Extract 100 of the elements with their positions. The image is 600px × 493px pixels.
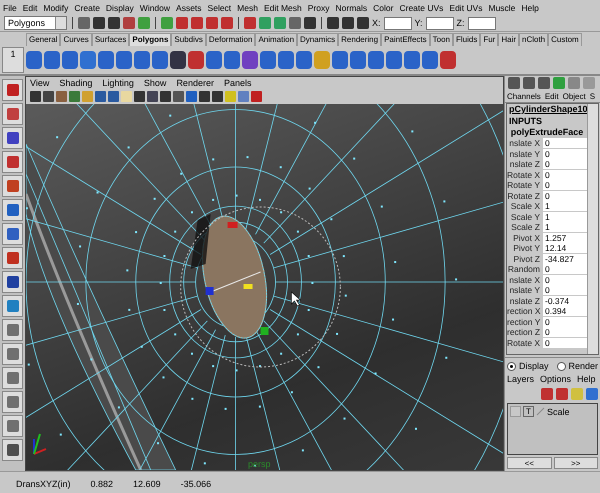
coordinate-field[interactable]: [468, 16, 496, 30]
menu-item[interactable]: Help: [521, 2, 539, 12]
panel-menu-item[interactable]: Lighting: [102, 78, 134, 88]
shelf-tool-icon[interactable]: [206, 51, 222, 69]
toolbar-icon[interactable]: [244, 17, 256, 29]
menu-item[interactable]: Color: [373, 2, 394, 12]
layer-tool-icon[interactable]: [541, 388, 553, 400]
shelf-tab[interactable]: Fluids: [452, 33, 480, 46]
channel-box-icon[interactable]: [523, 77, 535, 89]
panel-menu-item[interactable]: View: [30, 78, 50, 88]
tool-button[interactable]: [2, 367, 23, 389]
layer-tool-icon[interactable]: [556, 388, 568, 400]
tool-button[interactable]: [2, 223, 23, 245]
tool-button[interactable]: [2, 391, 23, 413]
shelf-tool-icon[interactable]: [242, 51, 258, 69]
shelf-tool-icon[interactable]: [296, 51, 312, 69]
toolbar-icon[interactable]: [357, 17, 369, 29]
shelf-tab[interactable]: Custom: [548, 33, 582, 46]
layer-name[interactable]: Scale: [547, 406, 570, 416]
shelf-number-button[interactable]: 1: [2, 47, 24, 73]
shelf-tool-icon[interactable]: [170, 51, 186, 69]
menu-item[interactable]: Muscle: [488, 2, 516, 12]
shelf-tool-icon[interactable]: [332, 51, 348, 69]
tool-button[interactable]: [2, 199, 23, 221]
attribute-value-field[interactable]: 0: [543, 285, 587, 296]
attribute-value-field[interactable]: 0: [543, 264, 587, 274]
shelf-tool-icon[interactable]: [386, 51, 402, 69]
tool-button[interactable]: [2, 151, 23, 173]
shelf-tool-icon[interactable]: [134, 51, 150, 69]
toolbar-icon[interactable]: [93, 17, 105, 29]
coordinate-field[interactable]: [426, 16, 454, 30]
shelf-tool-icon[interactable]: [26, 51, 42, 69]
toolbar-icon[interactable]: [342, 17, 354, 29]
attribute-value-field[interactable]: 0: [543, 170, 587, 180]
shelf-tab[interactable]: Hair: [498, 33, 519, 46]
shelf-tool-icon[interactable]: [152, 51, 168, 69]
toolbar-icon[interactable]: [327, 17, 339, 29]
shelf-tab[interactable]: Curves: [60, 33, 92, 46]
page-button[interactable]: <<: [507, 457, 552, 469]
toolbar-icon[interactable]: [206, 17, 218, 29]
toolbar-icon[interactable]: [78, 17, 90, 29]
tool-button[interactable]: [2, 271, 23, 293]
attribute-value-field[interactable]: 0: [543, 316, 587, 327]
panel-menu-item[interactable]: Shading: [59, 78, 92, 88]
layer-menu-item[interactable]: Options: [540, 374, 572, 385]
attribute-value-field[interactable]: 1.257: [543, 232, 587, 243]
menu-item[interactable]: Edit UVs: [449, 2, 482, 12]
shelf-tool-icon[interactable]: [278, 51, 294, 69]
shelf-tool-icon[interactable]: [98, 51, 114, 69]
toolbar-icon[interactable]: [289, 17, 301, 29]
shelf-tab[interactable]: Toon: [430, 33, 453, 46]
shelf-tool-icon[interactable]: [422, 51, 438, 69]
shelf-tab[interactable]: PaintEffects: [381, 33, 430, 46]
toolbar-icon[interactable]: [191, 17, 203, 29]
shelf-tool-icon[interactable]: [188, 51, 204, 69]
menu-item[interactable]: Select: [208, 2, 232, 12]
menu-item[interactable]: Create UVs: [399, 2, 444, 12]
shelf-tool-icon[interactable]: [260, 51, 276, 69]
channel-menu-item[interactable]: Edit: [544, 92, 559, 100]
tool-button[interactable]: [2, 127, 23, 149]
menu-item[interactable]: Mesh: [237, 2, 258, 12]
panel-menu-item[interactable]: Panels: [224, 78, 252, 88]
menu-item[interactable]: Window: [140, 2, 170, 12]
shelf-tool-icon[interactable]: [404, 51, 420, 69]
menu-item[interactable]: File: [3, 2, 17, 12]
layer-mode-radio[interactable]: Display: [507, 361, 549, 371]
shelf-tool-icon[interactable]: [224, 51, 240, 69]
menu-item[interactable]: Edit Mesh: [264, 2, 302, 12]
channel-menu-item[interactable]: Channels: [507, 92, 541, 100]
toolbar-icon[interactable]: [221, 17, 233, 29]
shelf-tab[interactable]: General: [26, 33, 60, 46]
shelf-tool-icon[interactable]: [350, 51, 366, 69]
tool-button[interactable]: [2, 247, 23, 269]
attribute-value-field[interactable]: 1: [543, 212, 587, 222]
channel-menu-item[interactable]: S: [590, 92, 596, 100]
attribute-value-field[interactable]: 0: [543, 138, 587, 148]
attribute-value-field[interactable]: 12.14: [543, 243, 587, 254]
toolbar-icon[interactable]: [108, 17, 120, 29]
move-manipulator-drawing[interactable]: [180, 206, 341, 368]
shelf-tab[interactable]: nCloth: [519, 33, 548, 46]
menu-item[interactable]: Create: [74, 2, 100, 12]
shelf-tool-icon[interactable]: [62, 51, 78, 69]
menu-item[interactable]: Edit: [22, 2, 38, 12]
shelf-tab[interactable]: Surfaces: [92, 33, 130, 46]
shelf-tool-icon[interactable]: [368, 51, 384, 69]
shelf-tool-icon[interactable]: [116, 51, 132, 69]
shelf-tab[interactable]: Polygons: [129, 33, 172, 46]
attribute-value-field[interactable]: 0: [543, 180, 587, 190]
shelf-tab[interactable]: Fur: [480, 33, 498, 46]
layer-tool-icon[interactable]: [586, 388, 598, 400]
attribute-value-field[interactable]: 0: [543, 159, 587, 170]
shelf-tab[interactable]: Deformation: [206, 33, 256, 46]
menu-item[interactable]: Proxy: [308, 2, 330, 12]
shelf-tab[interactable]: Rendering: [338, 33, 382, 46]
attribute-value-field[interactable]: 0: [543, 327, 587, 338]
tool-button[interactable]: [2, 175, 23, 197]
layer-menu-item[interactable]: Layers: [507, 374, 534, 385]
menu-item[interactable]: Normals: [336, 2, 368, 12]
layer-mode-radio[interactable]: Render: [556, 361, 598, 371]
mode-dropdown[interactable]: Polygons: [4, 16, 67, 30]
